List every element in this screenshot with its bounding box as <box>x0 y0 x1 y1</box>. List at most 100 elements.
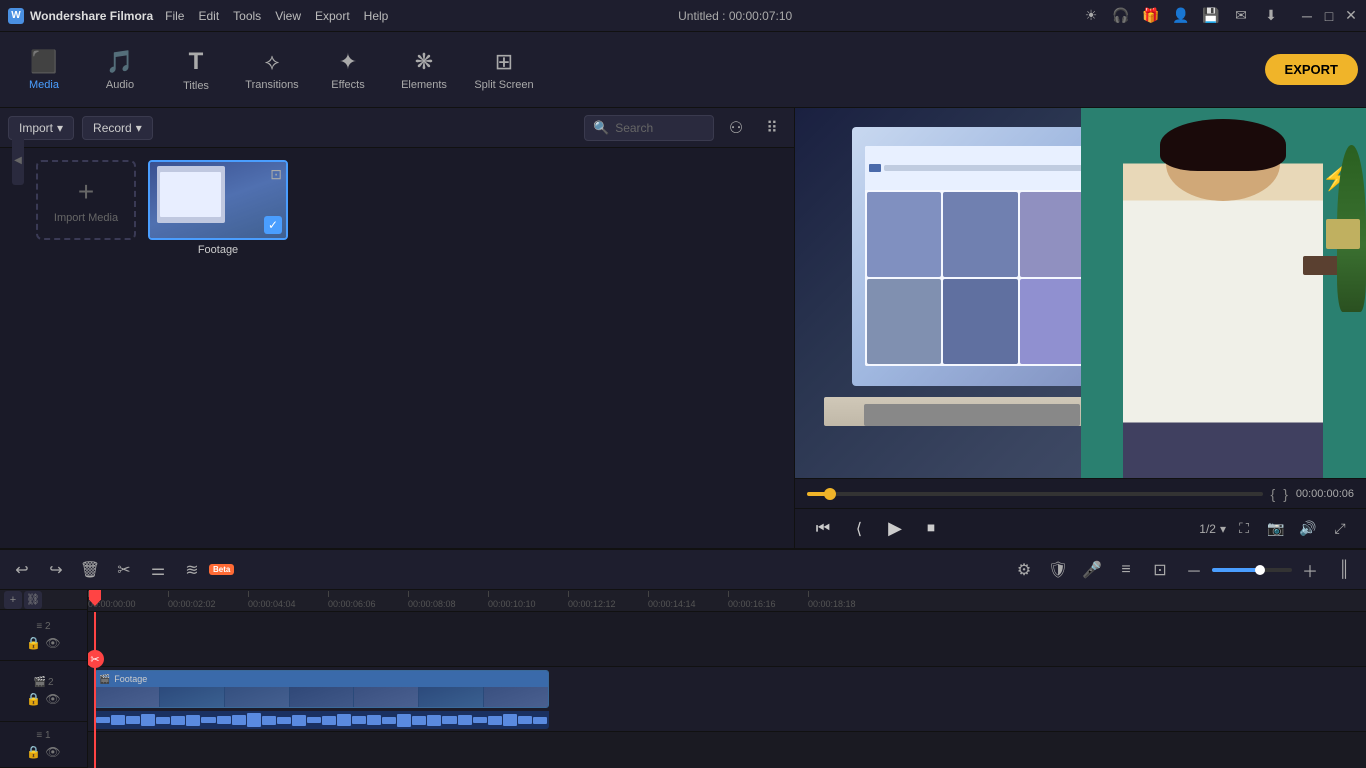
footage-clip[interactable]: 🎬 Footage <box>94 670 549 708</box>
sun-icon[interactable]: ☀ <box>1082 7 1100 25</box>
grid-view-icon[interactable]: ⠿ <box>758 114 786 142</box>
play-button[interactable]: ▶ <box>879 513 911 545</box>
shield-icon[interactable]: 🛡 <box>1044 556 1072 584</box>
frame-back-button[interactable]: ⟨ <box>843 513 875 545</box>
link-button[interactable]: ⛓ <box>24 591 42 609</box>
fullscreen-icon[interactable]: ⛶ <box>1230 515 1258 543</box>
splitscreen-icon: ⊞ <box>495 49 513 75</box>
track-header-v2: ≡ 2 🔒 👁 <box>0 610 87 661</box>
zoom-out-button[interactable]: － <box>1180 556 1208 584</box>
track-v1-num: 2 <box>48 677 54 688</box>
ruler-marks: 00:00:00:00 00:00:02:02 00:00:04:04 00:0… <box>88 591 1366 609</box>
zoom-thumb <box>1255 565 1265 575</box>
headphone-icon[interactable]: 🎧 <box>1112 7 1130 25</box>
track-a1-num: ≡ 1 <box>36 730 50 741</box>
track-header-a1: ≡ 1 🔒 👁 <box>0 722 87 768</box>
mail-icon[interactable]: ✉ <box>1232 7 1250 25</box>
search-icon: 🔍 <box>593 120 609 136</box>
toolbar-effects[interactable]: ✦ Effects <box>312 40 384 100</box>
toolbar-transitions[interactable]: ⟡ Transitions <box>236 40 308 100</box>
mic-icon[interactable]: 🎤 <box>1078 556 1106 584</box>
track-v2-visibility-icon[interactable]: 👁 <box>45 636 60 650</box>
add-track-button[interactable]: + <box>4 591 22 609</box>
bracket-in-icon[interactable]: { <box>1271 486 1276 502</box>
clip-name: Footage <box>114 674 147 684</box>
redo-button[interactable]: ↪ <box>42 556 70 584</box>
undo-button[interactable]: ↩ <box>8 556 36 584</box>
export-button[interactable]: EXPORT <box>1265 54 1358 85</box>
gift-icon[interactable]: 🎁 <box>1142 7 1160 25</box>
expand-icon[interactable]: ⤢ <box>1326 515 1354 543</box>
skip-back-button[interactable]: ⏮ <box>807 513 839 545</box>
mixer-icon[interactable]: ≡ <box>1112 556 1140 584</box>
zoom-slider[interactable] <box>1212 568 1292 572</box>
screen-content <box>865 146 1096 366</box>
menu-file[interactable]: File <box>165 9 184 23</box>
track-v2-number: ≡ 2 <box>36 621 50 632</box>
keyboard-decoration <box>864 404 1081 426</box>
track-header-ruler-spacer: + ⛓ <box>0 590 87 610</box>
track-a1-lock-icon[interactable]: 🔒 <box>26 745 41 759</box>
volume-icon[interactable]: 🔊 <box>1294 515 1322 543</box>
close-button[interactable]: ✕ <box>1344 9 1358 23</box>
bracket-out-icon[interactable]: } <box>1283 486 1288 502</box>
settings-icon[interactable]: ⚙ <box>1010 556 1038 584</box>
import-label: Import <box>19 121 53 135</box>
import-media-button[interactable]: + Import Media <box>36 160 136 240</box>
track-v1-visibility-icon[interactable]: 👁 <box>45 692 60 706</box>
pip-icon[interactable]: ⊡ <box>1146 556 1174 584</box>
ruler-mark-1: 00:00:02:02 <box>168 591 248 609</box>
toolbar-elements[interactable]: ❋ Elements <box>388 40 460 100</box>
effects-icon: ✦ <box>339 49 357 75</box>
toolbar-splitscreen[interactable]: ⊞ Split Screen <box>464 40 544 100</box>
zoom-in-button[interactable]: ＋ <box>1296 556 1324 584</box>
collapse-button[interactable]: ║ <box>1330 556 1358 584</box>
titlebar: W Wondershare Filmora File Edit Tools Vi… <box>0 0 1366 32</box>
maximize-button[interactable]: □ <box>1322 9 1336 23</box>
quality-dropdown[interactable]: 1/2 ▾ <box>1199 522 1226 536</box>
track-v1-lock-icon[interactable]: 🔒 <box>26 692 41 706</box>
monitor-decoration <box>852 127 1109 386</box>
elements-icon: ❋ <box>415 49 433 75</box>
panel-collapse-button[interactable]: ◀ <box>12 135 24 185</box>
screenshot-icon[interactable]: 📷 <box>1262 515 1290 543</box>
download-icon[interactable]: ⬇ <box>1262 7 1280 25</box>
footage-thumbnail[interactable]: ⊡ ✓ Footage <box>148 160 288 256</box>
toolbar-media[interactable]: ⬛ Media <box>8 40 80 100</box>
progress-bar[interactable] <box>807 492 1263 496</box>
save-icon[interactable]: 💾 <box>1202 7 1220 25</box>
screen-header <box>865 146 1096 190</box>
toolbar-titles[interactable]: T Titles <box>160 40 232 100</box>
import-chevron-icon: ▾ <box>57 121 63 135</box>
quality-value: 1/2 <box>1199 522 1216 536</box>
minimize-button[interactable]: ─ <box>1300 9 1314 23</box>
search-input[interactable] <box>615 121 695 135</box>
record-dropdown[interactable]: Record ▾ <box>82 116 153 140</box>
menu-view[interactable]: View <box>275 9 301 23</box>
track-v2-lock-icon[interactable]: 🔒 <box>26 636 41 650</box>
media-label: Media <box>29 79 59 91</box>
audio-settings-icon[interactable]: ⚌ <box>144 556 172 584</box>
track-v1-label: 🎬 2 🔒 👁 <box>4 673 83 710</box>
ruler-mark-3: 00:00:06:06 <box>328 591 408 609</box>
delete-button[interactable]: 🗑 <box>76 556 104 584</box>
track-a1-visibility-icon[interactable]: 👁 <box>45 745 60 759</box>
menu-help[interactable]: Help <box>364 9 389 23</box>
timeline-ruler-area: 00:00:00:00 00:00:02:02 00:00:04:04 00:0… <box>88 590 1366 768</box>
filter-icon[interactable]: ⚇ <box>722 114 750 142</box>
menu-tools[interactable]: Tools <box>233 9 261 23</box>
audio-waveform <box>94 711 549 729</box>
person-icon[interactable]: 👤 <box>1172 7 1190 25</box>
person-hair <box>1160 119 1286 171</box>
splitscreen-label: Split Screen <box>474 79 533 91</box>
media-icon: ⬛ <box>30 49 57 75</box>
stop-button[interactable]: ⏹ <box>915 513 947 545</box>
scissors-button[interactable]: ✂ <box>110 556 138 584</box>
waveform-icon[interactable]: ≋ <box>178 556 206 584</box>
toolbar-audio[interactable]: 🎵 Audio <box>84 40 156 100</box>
search-box[interactable]: 🔍 <box>584 115 714 141</box>
menu-export[interactable]: Export <box>315 9 350 23</box>
filmstrip-icon: ⊡ <box>270 166 282 183</box>
import-media-label: Import Media <box>54 212 118 224</box>
menu-edit[interactable]: Edit <box>198 9 219 23</box>
